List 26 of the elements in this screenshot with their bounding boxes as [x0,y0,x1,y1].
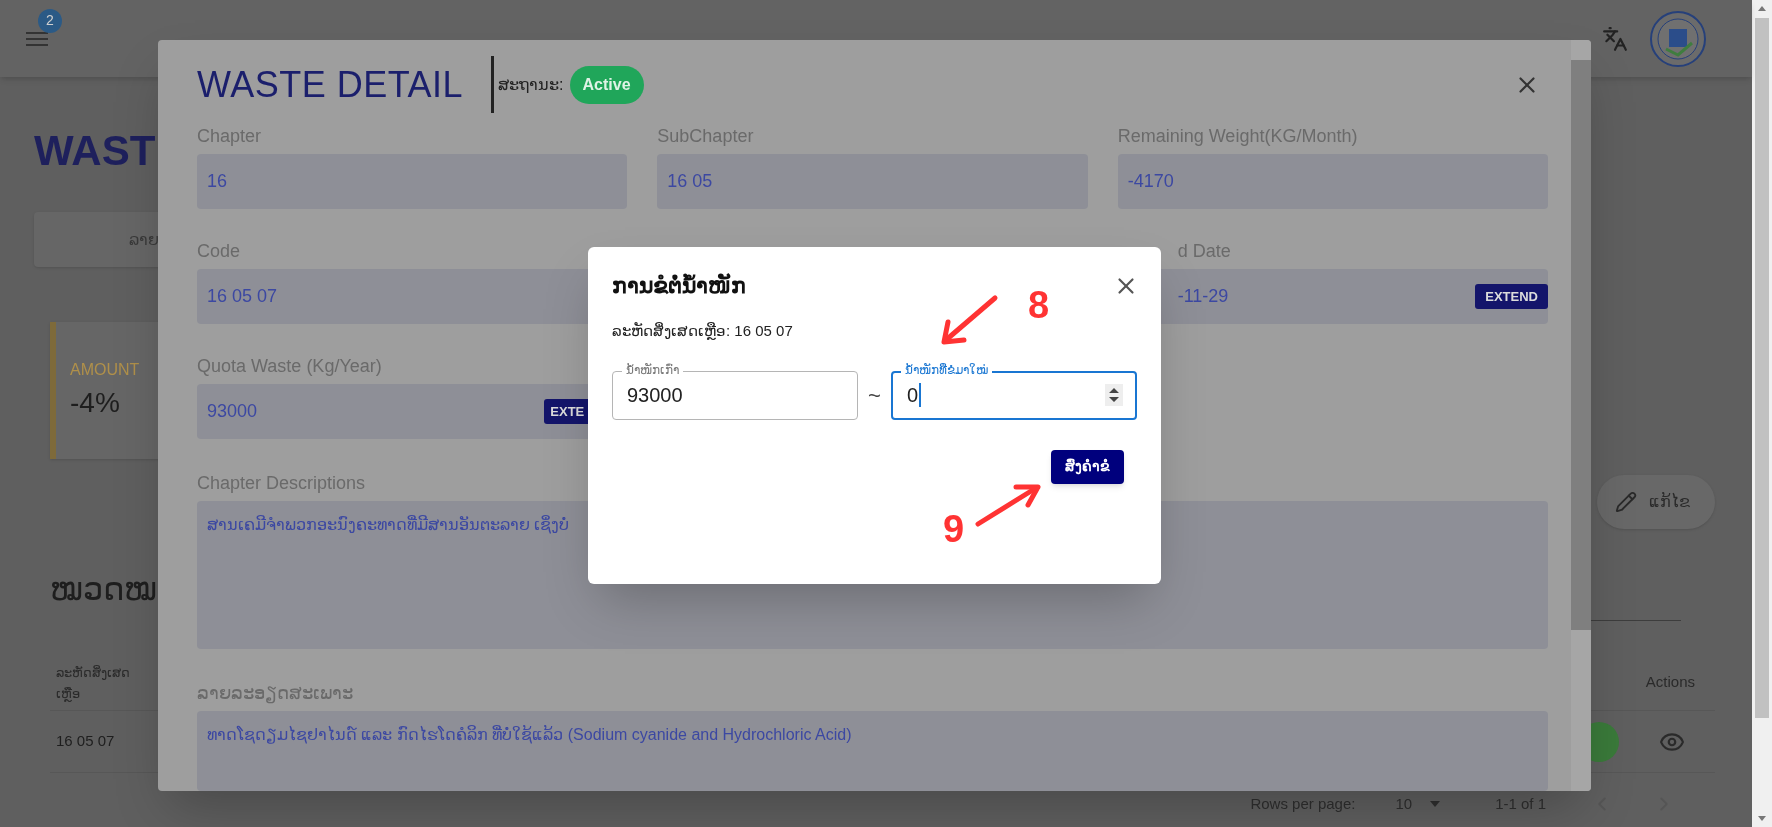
dialog-title: ການຂໍຕໍ່ນ້ຳໜັກ [612,272,746,300]
field-value: -11-29 [1177,285,1229,308]
notification-badge: 2 [38,8,62,33]
input-label: ນ້ຳໜັກເກົ່າ [622,361,683,378]
section-title: ໝວດໝ [50,570,157,609]
input-value: 0 [906,383,919,408]
field-value: 16 05 [667,170,713,193]
field-value: 16 [207,170,228,193]
table-cell-text: 16 05 07 [55,731,115,752]
status-badge: Active [569,65,644,104]
annotation-number: 8 [1028,283,1050,327]
waste-code-text: ລະຫັດສິ່ງເສດເຫຼືອ: 16 05 07 [612,321,794,342]
input-value: 93000 [627,383,683,408]
input-label: ນ້ຳໜັກທີ່ຂໍມາໃໝ່ [900,361,992,378]
status-label: ສະຖານະ: [498,74,564,95]
field-value: -4170 [1127,170,1174,193]
field-value: 16 05 07 [207,285,278,308]
field-value: ທາດໂຊດຽມໄຊຢາໄນດ໌ ແລະ ກົດໄຮໂດຄໍລິກ ທີ່ບໍ່ໃຊ້ແລ້ວ (Sodium cyanide and Hydrochloric Acid) [207,726,852,743]
modal-title: WASTE DETAIL [197,62,464,107]
field-value: 93000 [207,400,258,423]
page-title: WAST [34,126,156,176]
annotation-number: 9 [943,507,965,551]
amount-value: -4% [70,385,120,420]
field-value: ສານເຄມີຈຳພວກອະນົງຄະທາດທີ່ມີສານອັນຕະລາຍ ເຊິ່ງບໍ່ [207,516,570,533]
amount-label: AMOUNT [70,359,140,380]
range-separator: ~ [868,381,881,410]
